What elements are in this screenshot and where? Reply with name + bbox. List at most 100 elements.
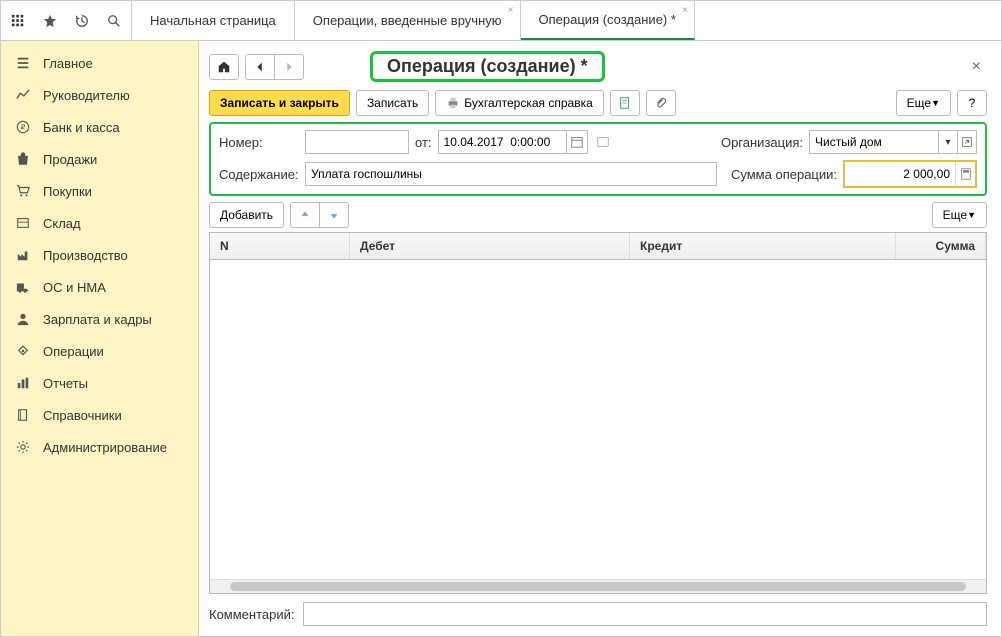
- sidebar-item-label: Отчеты: [43, 376, 88, 391]
- form-row-2: Содержание: Сумма операции:: [219, 160, 977, 188]
- help-button[interactable]: ?: [957, 90, 987, 116]
- content: Операция (создание) * × Записать и закры…: [199, 41, 1001, 636]
- comment-row: Комментарий:: [209, 602, 987, 626]
- sidebar-item-operations[interactable]: Операции: [1, 335, 198, 367]
- sidebar-item-admin[interactable]: Администрирование: [1, 431, 198, 463]
- attach-button[interactable]: [646, 90, 676, 116]
- diamond-icon: [15, 343, 31, 359]
- col-n[interactable]: N: [210, 233, 350, 259]
- dropdown-icon[interactable]: ▾: [938, 130, 958, 154]
- sidebar-item-manager[interactable]: Руководителю: [1, 79, 198, 111]
- sidebar-item-label: Продажи: [43, 152, 97, 167]
- tab-operation-create[interactable]: Операция (создание) * ×: [521, 1, 695, 40]
- table-body[interactable]: [210, 260, 986, 579]
- comment-input[interactable]: [303, 602, 988, 626]
- sidebar-item-label: Главное: [43, 56, 93, 71]
- sidebar-item-assets[interactable]: ОС и НМА: [1, 271, 198, 303]
- box-icon: [15, 215, 31, 231]
- move-down-button[interactable]: [319, 202, 349, 228]
- form-highlight: Номер: от: Организация: ▾ Содержание:: [209, 122, 987, 196]
- sidebar-item-label: Производство: [43, 248, 128, 263]
- save-button[interactable]: Записать: [356, 90, 429, 116]
- sidebar-item-main[interactable]: Главное: [1, 47, 198, 79]
- add-button[interactable]: Добавить: [209, 202, 284, 228]
- chart-icon: [15, 87, 31, 103]
- sidebar-item-bank[interactable]: ₽ Банк и касса: [1, 111, 198, 143]
- close-button[interactable]: ×: [966, 58, 987, 76]
- factory-icon: [15, 247, 31, 263]
- home-button[interactable]: [209, 54, 239, 80]
- person-icon: [15, 311, 31, 327]
- close-icon[interactable]: ×: [508, 5, 514, 16]
- table-more-button[interactable]: Еще ▼: [932, 202, 987, 228]
- sum-input[interactable]: [845, 162, 955, 186]
- top-toolbar: Начальная страница Операции, введенные в…: [1, 1, 1001, 41]
- col-debit[interactable]: Дебет: [350, 233, 630, 259]
- sidebar-item-salary[interactable]: Зарплата и кадры: [1, 303, 198, 335]
- save-close-button[interactable]: Записать и закрыть: [209, 90, 350, 116]
- sidebar-item-catalogs[interactable]: Справочники: [1, 399, 198, 431]
- col-credit[interactable]: Кредит: [630, 233, 896, 259]
- org-label: Организация:: [721, 135, 803, 150]
- print-label: Бухгалтерская справка: [464, 96, 593, 110]
- toolbar-icons: [1, 1, 132, 40]
- calculator-icon[interactable]: [955, 162, 975, 186]
- header-row: Операция (создание) * ×: [209, 51, 987, 82]
- more-label: Еще: [907, 96, 931, 110]
- sidebar-item-label: Зарплата и кадры: [43, 312, 152, 327]
- number-input[interactable]: [305, 130, 409, 154]
- document-button[interactable]: [610, 90, 640, 116]
- main: Главное Руководителю ₽ Банк и касса Прода…: [1, 41, 1001, 636]
- sidebar-item-label: Банк и касса: [43, 120, 120, 135]
- form-row-1: Номер: от: Организация: ▾: [219, 130, 977, 154]
- date-input[interactable]: [438, 130, 566, 154]
- page-title: Операция (создание) *: [370, 51, 605, 82]
- close-icon[interactable]: ×: [682, 5, 688, 16]
- table-header: N Дебет Кредит Сумма: [210, 233, 986, 260]
- sidebar-item-warehouse[interactable]: Склад: [1, 207, 198, 239]
- print-button[interactable]: Бухгалтерская справка: [435, 90, 604, 116]
- date-group: [438, 130, 588, 154]
- sidebar-item-production[interactable]: Производство: [1, 239, 198, 271]
- nav-buttons: [245, 54, 304, 80]
- ruble-icon: ₽: [15, 119, 31, 135]
- note-icon[interactable]: [594, 135, 612, 149]
- search-icon[interactable]: [105, 12, 123, 30]
- sum-label: Сумма операции:: [731, 167, 837, 182]
- tab-home[interactable]: Начальная страница: [132, 1, 295, 40]
- gear-icon: [15, 439, 31, 455]
- apps-icon[interactable]: [9, 12, 27, 30]
- sidebar-item-label: Администрирование: [43, 440, 167, 455]
- forward-button[interactable]: [274, 54, 304, 80]
- calendar-icon[interactable]: [566, 130, 588, 154]
- command-bar: Записать и закрыть Записать Бухгалтерска…: [209, 90, 987, 116]
- open-icon[interactable]: [957, 130, 977, 154]
- table-toolbar: Добавить Еще ▼: [209, 202, 987, 228]
- col-sum[interactable]: Сумма: [896, 233, 986, 259]
- move-up-button[interactable]: [290, 202, 320, 228]
- history-icon[interactable]: [73, 12, 91, 30]
- sidebar-item-label: Покупки: [43, 184, 92, 199]
- back-button[interactable]: [245, 54, 275, 80]
- bars-icon: [15, 375, 31, 391]
- sidebar-item-reports[interactable]: Отчеты: [1, 367, 198, 399]
- menu-icon: [15, 55, 31, 71]
- truck-icon: [15, 279, 31, 295]
- sum-group: [843, 160, 977, 188]
- sidebar-item-label: Склад: [43, 216, 81, 231]
- tabs: Начальная страница Операции, введенные в…: [132, 1, 695, 40]
- star-icon[interactable]: [41, 12, 59, 30]
- org-input[interactable]: [809, 130, 939, 154]
- number-label: Номер:: [219, 135, 299, 150]
- more-button[interactable]: Еще ▼: [896, 90, 951, 116]
- bag-icon: [15, 151, 31, 167]
- sidebar-item-sales[interactable]: Продажи: [1, 143, 198, 175]
- content-input[interactable]: [305, 162, 717, 186]
- tab-manual-ops[interactable]: Операции, введенные вручную×: [295, 1, 521, 40]
- tab-label: Операция (создание) *: [539, 12, 676, 27]
- horizontal-scrollbar[interactable]: [210, 579, 986, 593]
- content-label: Содержание:: [219, 167, 299, 182]
- sidebar-item-purchases[interactable]: Покупки: [1, 175, 198, 207]
- move-buttons: [290, 202, 349, 228]
- sidebar-item-label: ОС и НМА: [43, 280, 106, 295]
